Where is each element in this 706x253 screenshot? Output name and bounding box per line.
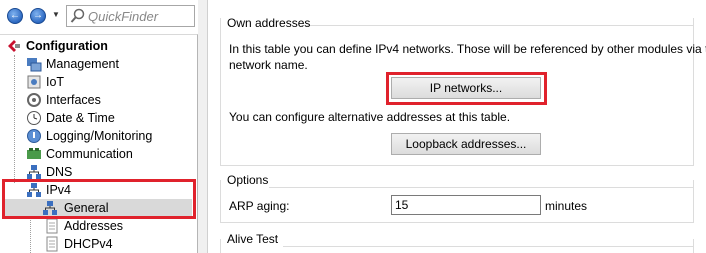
alternative-addresses-text: You can configure alternative addresses … (229, 110, 511, 124)
tree-item-label: Configuration (26, 39, 108, 53)
tree-item-interfaces[interactable]: Interfaces (26, 91, 191, 109)
history-dropdown-icon[interactable]: ▼ (52, 10, 62, 20)
tree-item-label: Management (46, 57, 119, 71)
dns-icon (27, 165, 41, 179)
tree-item-dhcpv4[interactable]: DHCPv4 (44, 235, 191, 253)
tree-item-label: Interfaces (46, 93, 101, 107)
network-icon (43, 201, 57, 215)
arp-aging-label: ARP aging: (229, 199, 290, 213)
own-addresses-description-cont: network name. (229, 58, 308, 72)
tree-item-ipv4[interactable]: IPv4 (26, 181, 191, 199)
tree-root-configuration[interactable]: Configuration (6, 37, 191, 55)
tree-item-label: DNS (46, 165, 73, 179)
tree-item-label: Date & Time (46, 111, 115, 125)
search-icon (70, 8, 85, 23)
tree-item-label: DHCPv4 (64, 237, 113, 251)
interfaces-icon (27, 93, 41, 107)
management-icon (27, 58, 42, 72)
group-title-own-addresses: Own addresses (227, 16, 311, 30)
tree-item-iot[interactable]: IoT (26, 73, 191, 91)
tree-item-label: Logging/Monitoring (46, 129, 153, 143)
tree-guide-line (14, 55, 15, 183)
configuration-icon (8, 40, 20, 52)
tree-item-dns[interactable]: DNS (26, 163, 191, 181)
tree-item-communication[interactable]: Communication (26, 145, 191, 163)
tree-item-general[interactable]: General (4, 199, 192, 217)
tree-item-label: IPv4 (46, 183, 72, 197)
quickfinder-input[interactable] (88, 7, 192, 25)
group-title-alive-test: Alive Test (227, 232, 279, 246)
tree-item-management[interactable]: Management (26, 55, 191, 73)
tree-item-label: General (64, 201, 109, 215)
group-divider (283, 246, 694, 247)
tree-item-logging-monitoring[interactable]: Logging/Monitoring (26, 127, 191, 145)
quickfinder-box[interactable] (66, 5, 195, 27)
logging-icon (27, 129, 41, 143)
group-divider (301, 25, 694, 26)
tree-item-label: Communication (46, 147, 133, 161)
back-arrow-icon[interactable]: ← (7, 8, 23, 24)
navigation-pane: ← → ▼ Configuration Managem (0, 0, 198, 253)
page-icon (46, 236, 58, 252)
iot-icon (27, 75, 41, 89)
communication-icon (27, 148, 41, 159)
forward-arrow-icon[interactable]: → (30, 8, 46, 24)
arp-aging-unit: minutes (545, 199, 588, 213)
page-icon (46, 218, 58, 234)
own-addresses-description: In this table you can define IPv4 networ… (229, 42, 706, 56)
group-title-options: Options (227, 173, 269, 187)
tree-item-label: IoT (46, 75, 65, 89)
loopback-addresses-button[interactable]: Loopback addresses... (391, 133, 541, 155)
group-divider (269, 187, 694, 188)
tree-item-label: Addresses (64, 219, 124, 233)
config-tree: Configuration Management IoT Interfaces (0, 34, 198, 253)
ip-networks-button[interactable]: IP networks... (391, 77, 541, 99)
network-icon (27, 183, 41, 197)
clock-icon (27, 111, 41, 125)
alive-test-group: Alive Test (220, 232, 694, 253)
tree-item-addresses[interactable]: Addresses (44, 217, 191, 235)
toolbar: ← → ▼ (0, 0, 198, 34)
tree-item-date-time[interactable]: Date & Time (26, 109, 191, 127)
content-pane: Own addresses In this table you can defi… (207, 0, 706, 253)
arp-aging-field[interactable]: 15 (391, 195, 541, 215)
